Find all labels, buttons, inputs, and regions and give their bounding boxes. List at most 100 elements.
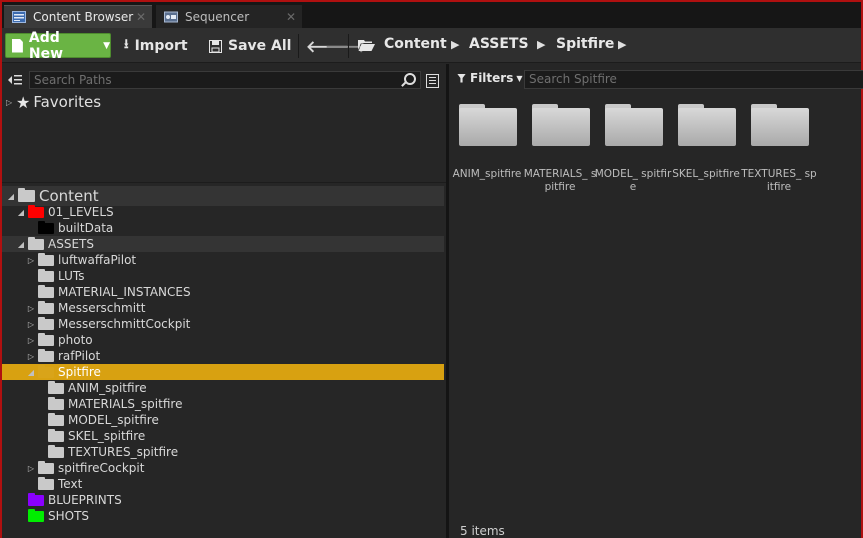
asset-folder-tile[interactable]: MODEL_ spitfire xyxy=(595,100,671,200)
expand-arrow-icon[interactable]: ▷ xyxy=(26,352,36,361)
folder-icon xyxy=(38,316,54,330)
tree-folder-row[interactable]: SHOTS xyxy=(2,508,444,524)
tree-folder-row[interactable]: ▷ rafPilot xyxy=(2,348,444,364)
folder-icon xyxy=(48,412,64,426)
folder-label: photo xyxy=(58,333,93,347)
favorites-header[interactable]: ▷ ★ Favorites xyxy=(6,92,101,112)
breadcrumb-arrow-icon[interactable]: ▶ xyxy=(618,38,626,51)
folder-label: TEXTURES_spitfire xyxy=(68,445,179,459)
folder-icon xyxy=(459,104,517,146)
folder-icon xyxy=(38,268,54,282)
breadcrumb-arrow-icon[interactable]: ▶ xyxy=(537,38,545,51)
sources-panel: Search Paths ▷ ★ Favorites ◢ Content ◢ 01_L… xyxy=(2,64,446,538)
toolbar: Add New ▼ ⭳ Import Save All 🡐 🡒 Content … xyxy=(2,28,861,63)
expand-arrow-icon[interactable]: ▷ xyxy=(26,464,36,473)
breadcrumb-arrow-icon[interactable]: ▶ xyxy=(451,38,459,51)
tree-folder-row[interactable]: MODEL_spitfire xyxy=(2,412,444,428)
breadcrumb-spitfire[interactable]: Spitfire xyxy=(556,36,614,52)
sequencer-icon xyxy=(164,11,178,22)
folder-icon xyxy=(38,348,54,362)
folder-icon xyxy=(28,508,44,522)
search-paths-input[interactable]: Search Paths xyxy=(29,71,421,89)
folder-icon xyxy=(38,284,54,298)
collapse-arrow-icon[interactable]: ◢ xyxy=(16,208,26,217)
expand-arrow-icon[interactable]: ▷ xyxy=(26,320,36,329)
content-browser-icon xyxy=(12,11,26,23)
tree-folder-row[interactable]: ▷ photo xyxy=(2,332,444,348)
tab-label: Sequencer xyxy=(185,9,250,24)
folder-icon xyxy=(48,380,64,394)
tab-content-browser[interactable]: Content Browser ✕ xyxy=(4,5,152,28)
folder-label: SHOTS xyxy=(48,509,90,523)
folder-body-shape xyxy=(751,108,809,146)
tree-folder-row[interactable]: TEXTURES_spitfire xyxy=(2,444,444,460)
expand-arrow-icon[interactable]: ▷ xyxy=(26,336,36,345)
tree-folder-row[interactable]: ◢ 01_LEVELS xyxy=(2,204,444,220)
import-button[interactable]: ⭳ Import xyxy=(124,35,188,57)
asset-folder-tile[interactable]: MATERIALS_ spitfire xyxy=(524,100,596,200)
tree-folder-row[interactable]: SKEL_spitfire xyxy=(2,428,444,444)
expand-arrow-icon[interactable]: ▷ xyxy=(26,256,36,265)
new-document-icon xyxy=(12,38,23,53)
close-icon[interactable]: ✕ xyxy=(286,10,296,24)
collapse-sources-icon[interactable] xyxy=(8,74,22,86)
asset-view: Filters ▼ Search Spitfire ANIM_spitfire M… xyxy=(449,64,863,538)
filters-button[interactable]: Filters ▼ xyxy=(457,71,523,85)
folder-label: MATERIAL_INSTANCES xyxy=(58,285,191,299)
breadcrumb-content[interactable]: Content xyxy=(384,36,447,52)
toolbar-divider xyxy=(298,34,299,58)
tree-folder-row[interactable]: ▷ spitfireCockpit xyxy=(2,460,444,476)
tree-folder-row[interactable]: MATERIAL_INSTANCES xyxy=(2,284,444,300)
collapse-arrow-icon[interactable]: ◢ xyxy=(6,192,16,201)
folder-label: 01_LEVELS xyxy=(48,205,114,219)
folder-icon xyxy=(38,332,54,346)
search-assets-placeholder: Search Spitfire xyxy=(529,72,617,86)
tree-folder-row[interactable]: builtData xyxy=(2,220,444,236)
tree-folder-row[interactable]: LUTs xyxy=(2,268,444,284)
folder-label: rafPilot xyxy=(58,349,101,363)
tree-folder-row[interactable]: ▷ MesserschmittCockpit xyxy=(2,316,444,332)
tree-folder-row[interactable]: Text xyxy=(2,476,444,492)
expand-arrow-icon[interactable]: ▷ xyxy=(6,98,16,107)
folder-body-shape xyxy=(678,108,736,146)
filters-label: Filters xyxy=(470,71,514,85)
star-icon: ★ xyxy=(16,92,31,112)
expand-arrow-icon[interactable]: ▷ xyxy=(26,304,36,313)
path-search-row: Search Paths xyxy=(2,68,446,90)
folder-label: SKEL_spitfire xyxy=(68,429,146,443)
collapse-arrow-icon[interactable]: ◢ xyxy=(16,240,26,249)
folder-label: luftwaffaPilot xyxy=(58,253,137,267)
folder-icon xyxy=(48,428,64,442)
search-assets-input[interactable]: Search Spitfire xyxy=(524,70,863,89)
toolbar-divider xyxy=(348,34,349,58)
folder-label: MesserschmittCockpit xyxy=(58,317,191,331)
folder-open-icon[interactable] xyxy=(358,39,375,51)
close-icon[interactable]: ✕ xyxy=(136,10,146,24)
tree-folder-row[interactable]: ◢ Content xyxy=(2,186,444,206)
asset-folder-tile[interactable]: SKEL_spitfire xyxy=(672,100,740,200)
folder-label: MATERIALS_spitfire xyxy=(68,397,183,411)
folder-icon xyxy=(751,104,809,146)
tree-folder-row[interactable]: BLUEPRINTS xyxy=(2,492,444,508)
chevron-down-icon: ▼ xyxy=(516,73,523,83)
tree-folder-row[interactable]: ▷ luftwaffaPilot xyxy=(2,252,444,268)
collapse-arrow-icon[interactable]: ◢ xyxy=(26,368,36,377)
search-paths-placeholder: Search Paths xyxy=(34,73,112,87)
breadcrumb-assets[interactable]: ASSETS xyxy=(469,36,529,52)
save-all-button[interactable]: Save All xyxy=(209,35,291,57)
search-icon xyxy=(404,73,416,85)
tab-sequencer[interactable]: Sequencer ✕ xyxy=(156,5,302,28)
add-new-button[interactable]: Add New ▼ xyxy=(5,30,111,62)
view-options-icon[interactable] xyxy=(426,74,439,88)
tree-folder-row[interactable]: ANIM_spitfire xyxy=(2,380,444,396)
folder-label: Text xyxy=(58,477,83,491)
tree-folder-row[interactable]: ◢ ASSETS xyxy=(2,236,444,252)
asset-folder-tile[interactable]: ANIM_spitfire xyxy=(453,100,521,200)
asset-folder-label: MATERIALS_ spitfire xyxy=(523,168,597,193)
folder-icon xyxy=(28,492,44,506)
folder-label: Spitfire xyxy=(58,365,101,379)
asset-folder-tile[interactable]: TEXTURES_ spitfire xyxy=(741,100,817,200)
tree-folder-row[interactable]: MATERIALS_spitfire xyxy=(2,396,444,412)
tree-folder-row[interactable]: ◢ Spitfire xyxy=(2,364,444,380)
tree-folder-row[interactable]: ▷ Messerschmitt xyxy=(2,300,444,316)
